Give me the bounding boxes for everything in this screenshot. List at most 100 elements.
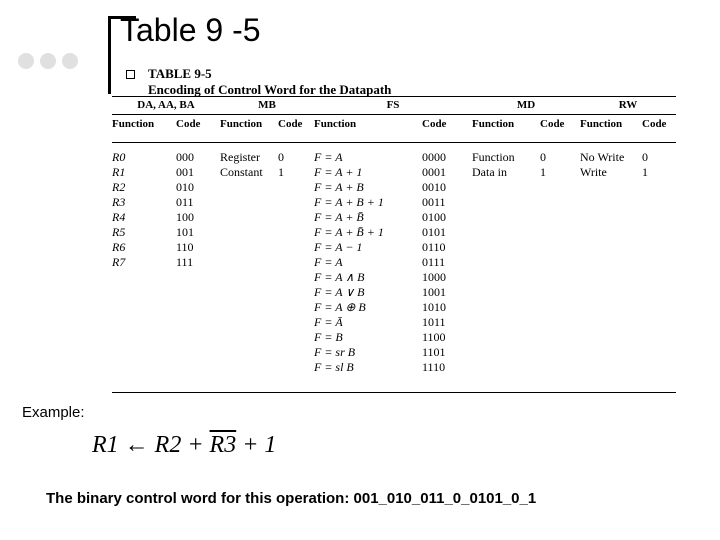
- cell: [642, 360, 676, 375]
- table-row: F = A ∨ B1001: [112, 285, 676, 300]
- cell: 1001: [422, 285, 472, 300]
- cell: R7: [112, 255, 176, 270]
- dot: [40, 53, 56, 69]
- cell: [220, 255, 278, 270]
- cell: R5: [112, 225, 176, 240]
- cell: [580, 330, 642, 345]
- cell: 0: [642, 150, 676, 165]
- table-row: F = A ⊕ B1010: [112, 300, 676, 315]
- table-row: F = A ∧ B1000: [112, 270, 676, 285]
- cell: 0100: [422, 210, 472, 225]
- cell: [472, 345, 540, 360]
- cell: [540, 360, 580, 375]
- subhead-fn: Function: [314, 118, 422, 130]
- cell: 0111: [422, 255, 472, 270]
- cell: F = A ∧ B: [314, 270, 422, 285]
- cell: [472, 285, 540, 300]
- cell: [472, 270, 540, 285]
- cell: [580, 300, 642, 315]
- group-da: DA, AA, BA: [112, 99, 220, 111]
- group-mb: MB: [220, 99, 314, 111]
- table-body: R0000Register0F = A0000Function0No Write…: [112, 150, 676, 375]
- formula-r2: R2 +: [155, 432, 210, 458]
- cell: [642, 180, 676, 195]
- cell: [176, 345, 220, 360]
- cell: 110: [176, 240, 220, 255]
- cell: [472, 360, 540, 375]
- table-row: F = Ā1011: [112, 315, 676, 330]
- subhead-code: Code: [642, 118, 676, 130]
- cell: [112, 360, 176, 375]
- cell: [278, 210, 314, 225]
- cell: [642, 285, 676, 300]
- cell: [220, 270, 278, 285]
- cell: 0001: [422, 165, 472, 180]
- cell: [540, 345, 580, 360]
- cell: [220, 240, 278, 255]
- cell: [176, 270, 220, 285]
- cell: [472, 330, 540, 345]
- formula-tail: + 1: [236, 432, 276, 458]
- cell: 1000: [422, 270, 472, 285]
- cell: R3: [112, 195, 176, 210]
- formula-lhs: R1: [92, 432, 119, 458]
- table-row: F = sr B1101: [112, 345, 676, 360]
- cell: [540, 270, 580, 285]
- cell: [220, 210, 278, 225]
- cell: [278, 255, 314, 270]
- cell: [642, 225, 676, 240]
- cell: [472, 195, 540, 210]
- cell: [278, 225, 314, 240]
- subhead-fn: Function: [580, 118, 642, 130]
- dot: [18, 53, 34, 69]
- cell: F = A + B̄: [314, 210, 422, 225]
- cell: [278, 240, 314, 255]
- group-header-row: DA, AA, BA MB FS MD RW: [112, 99, 676, 111]
- cell: [642, 315, 676, 330]
- cell: 1: [540, 165, 580, 180]
- formula-arrow: ←: [119, 432, 155, 458]
- cell: F = A + B̄ + 1: [314, 225, 422, 240]
- cell: [642, 300, 676, 315]
- cell: F = sl B: [314, 360, 422, 375]
- cell: [112, 270, 176, 285]
- cell: [220, 345, 278, 360]
- group-rw: RW: [580, 99, 676, 111]
- cell: [472, 315, 540, 330]
- table-number: TABLE 9-5: [148, 66, 212, 81]
- cell: [580, 240, 642, 255]
- cell: [112, 315, 176, 330]
- page-title: Table 9 -5: [120, 12, 261, 49]
- cell: 101: [176, 225, 220, 240]
- cell: [176, 300, 220, 315]
- cell: [642, 210, 676, 225]
- cell: [540, 210, 580, 225]
- cell: R6: [112, 240, 176, 255]
- cell: R0: [112, 150, 176, 165]
- cell: [540, 180, 580, 195]
- subhead-code: Code: [176, 118, 220, 130]
- cell: F = B: [314, 330, 422, 345]
- cell: Function: [472, 150, 540, 165]
- table-rule-mid: [112, 142, 676, 143]
- cell: Data in: [472, 165, 540, 180]
- title-rule-v: [108, 16, 111, 94]
- control-word-text: The binary control word for this operati…: [46, 490, 536, 507]
- table-row: R5101F = A + B̄ + 10101: [112, 225, 676, 240]
- sub-header-row: Function Code Function Code Function Cod…: [112, 118, 676, 130]
- cell: 0011: [422, 195, 472, 210]
- cell: 0: [540, 150, 580, 165]
- cell: F = A + 1: [314, 165, 422, 180]
- cell: [472, 300, 540, 315]
- cell: 111: [176, 255, 220, 270]
- cell: [220, 330, 278, 345]
- cell: No Write: [580, 150, 642, 165]
- cell: [642, 330, 676, 345]
- cell: [220, 195, 278, 210]
- cell: F = Ā: [314, 315, 422, 330]
- cell: [278, 330, 314, 345]
- cell: [540, 330, 580, 345]
- table-row: R4100F = A + B̄0100: [112, 210, 676, 225]
- header-thin-rule: [112, 114, 676, 115]
- cell: [278, 270, 314, 285]
